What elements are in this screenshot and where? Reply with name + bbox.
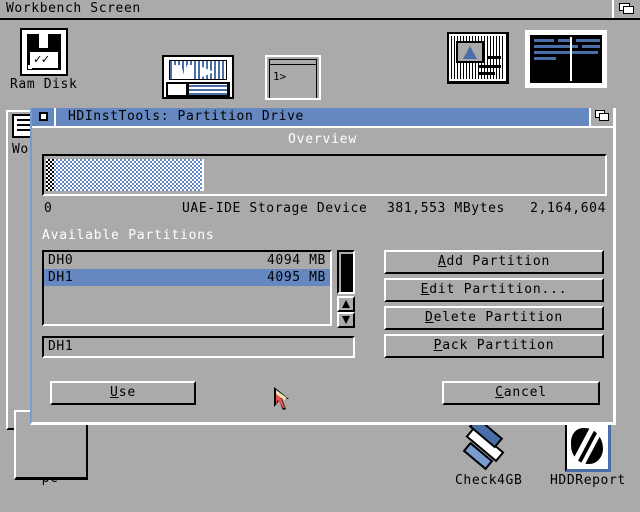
floppy-shutter-shape: [38, 34, 51, 48]
pack-partition-button[interactable]: Pack Partition: [384, 334, 604, 358]
terminal-text-line: [582, 45, 600, 48]
selected-partition-value: DH1: [48, 339, 74, 354]
terminal-editor-window-icon: [525, 30, 607, 88]
shortcut-letter: P: [433, 338, 443, 353]
dialog-body: Overview 0 UAE-IDE Storage Device 381,55…: [32, 128, 613, 422]
partition-name: DH1: [48, 270, 74, 285]
table-row[interactable]: DH1 4095 MB: [44, 269, 330, 286]
shell-prompt-glyph: 1>: [273, 70, 287, 83]
device-info-row: 0 UAE-IDE Storage Device 381,553 MBytes …: [42, 200, 608, 218]
floppy-body-shape: ✓✓: [26, 34, 61, 70]
gauge-head-marker: [46, 159, 54, 191]
scroll-down-arrow-icon[interactable]: [337, 312, 355, 328]
overview-heading: Overview: [287, 132, 357, 147]
close-box-shape: [39, 112, 48, 121]
close-box-icon[interactable]: [32, 108, 56, 126]
triangle-shape: [463, 46, 477, 59]
depth-front-shape: [623, 6, 634, 14]
document-triangle-icon: [447, 32, 509, 84]
desktop-icon-hddreport[interactable]: HDDReport: [550, 422, 626, 488]
depth-arrange-icon[interactable]: [612, 0, 640, 18]
checkmark-icon: ✓✓: [33, 52, 50, 67]
cancel-button[interactable]: Cancel: [442, 381, 600, 405]
shell-titlebar-shape: [270, 60, 316, 65]
screen-title: Workbench Screen: [6, 1, 141, 16]
partition-drive-dialog: HDInstTools: Partition Drive Overview 0 …: [30, 108, 616, 425]
device-start-block: 0: [44, 201, 53, 216]
terminal-split-divider: [570, 37, 572, 81]
drawer-list-shape: [189, 84, 227, 95]
shortcut-letter: A: [437, 254, 447, 269]
terminal-screen-shape: [530, 35, 602, 83]
shortcut-letter: U: [110, 385, 119, 400]
button-label: elete Partition: [433, 310, 564, 325]
drawer-top-shape: [169, 60, 227, 80]
floppy-label-shape: ✓✓: [29, 52, 58, 68]
drawer-glyph-shape: [174, 65, 194, 79]
dialog-titlebar[interactable]: HDInstTools: Partition Drive: [32, 108, 613, 128]
use-button[interactable]: Use: [50, 381, 196, 405]
document-line-shape: [487, 56, 501, 59]
selected-partition-field[interactable]: DH1: [42, 336, 355, 358]
multimedia-drawer-icon: [162, 55, 234, 99]
check4gb-tool-icon: [462, 416, 515, 472]
button-label: se: [118, 385, 136, 400]
document-picture-shape: [456, 41, 484, 63]
scroll-up-arrow-icon[interactable]: [337, 296, 355, 312]
arrow-shape: [342, 300, 350, 308]
desktop-icon-label: Ram Disk: [10, 77, 78, 92]
terminal-text-line: [534, 39, 554, 42]
shortcut-letter: C: [495, 385, 504, 400]
hddreport-tool-icon: [564, 422, 611, 472]
gauge-used-fill: [46, 159, 204, 191]
partition-size: 4094 MB: [267, 253, 326, 268]
workbench-screen: Workbench Screen ✓✓ Ram Disk 1> Check4GB…: [0, 0, 640, 512]
drawer-arrow-shape: [200, 66, 214, 78]
button-label: dit Partition...: [429, 282, 568, 297]
desktop-icon-multimedia-drawer[interactable]: [162, 55, 234, 99]
dialog-title: HDInstTools: Partition Drive: [68, 109, 304, 124]
screen-titlebar: Workbench Screen: [0, 0, 640, 20]
drawer-btn-shape: [168, 84, 186, 95]
device-name: UAE-IDE Storage Device: [182, 201, 368, 216]
desktop-icon-terminal[interactable]: [525, 30, 607, 88]
arrow-shape: [342, 316, 350, 324]
edit-partition-button[interactable]: Edit Partition...: [384, 278, 604, 302]
document-line-shape: [479, 72, 495, 75]
terminal-text-line: [576, 39, 600, 42]
desktop-icon-document[interactable]: [447, 32, 509, 84]
button-label: ack Partition: [442, 338, 555, 353]
floppy-dot-shape: [27, 65, 32, 69]
capacity-gauge: [42, 154, 607, 196]
document-line-shape: [479, 65, 501, 68]
button-label: dd Partition: [446, 254, 551, 269]
floppy-disk-icon: ✓✓: [19, 28, 68, 76]
shortcut-letter: D: [424, 310, 434, 325]
scrollbar-track[interactable]: [337, 250, 355, 294]
desktop-icon-ram-disk[interactable]: ✓✓ Ram Disk: [10, 28, 77, 92]
terminal-text-line: [534, 51, 598, 54]
drawer-bottom-shape: [166, 82, 230, 97]
scrollbar-thumb[interactable]: [341, 254, 353, 292]
depth-front-shape: [599, 113, 609, 121]
desktop-icon-label: Check4GB: [455, 473, 523, 488]
device-capacity: 381,553 MBytes: [387, 201, 505, 216]
device-total-blocks: 2,164,604: [530, 201, 606, 216]
shell-cli-window-icon: 1>: [265, 55, 321, 100]
shortcut-letter: E: [420, 282, 430, 297]
partition-size: 4095 MB: [267, 270, 326, 285]
desktop-icon-check4gb[interactable]: Check4GB: [455, 416, 523, 488]
button-label: ancel: [503, 385, 547, 400]
delete-partition-button[interactable]: Delete Partition: [384, 306, 604, 330]
desktop-icon-label: HDDReport: [550, 473, 626, 488]
depth-arrange-icon[interactable]: [589, 108, 613, 126]
available-partitions-label: Available Partitions: [42, 228, 215, 243]
terminal-text-line: [534, 57, 556, 60]
table-row[interactable]: DH0 4094 MB: [44, 252, 330, 269]
add-partition-button[interactable]: Add Partition: [384, 250, 604, 274]
partition-list[interactable]: DH0 4094 MB DH1 4095 MB: [42, 250, 332, 326]
partition-name: DH0: [48, 253, 74, 268]
desktop-icon-shell[interactable]: 1>: [265, 55, 321, 100]
partition-list-scrollbar[interactable]: [337, 250, 355, 328]
